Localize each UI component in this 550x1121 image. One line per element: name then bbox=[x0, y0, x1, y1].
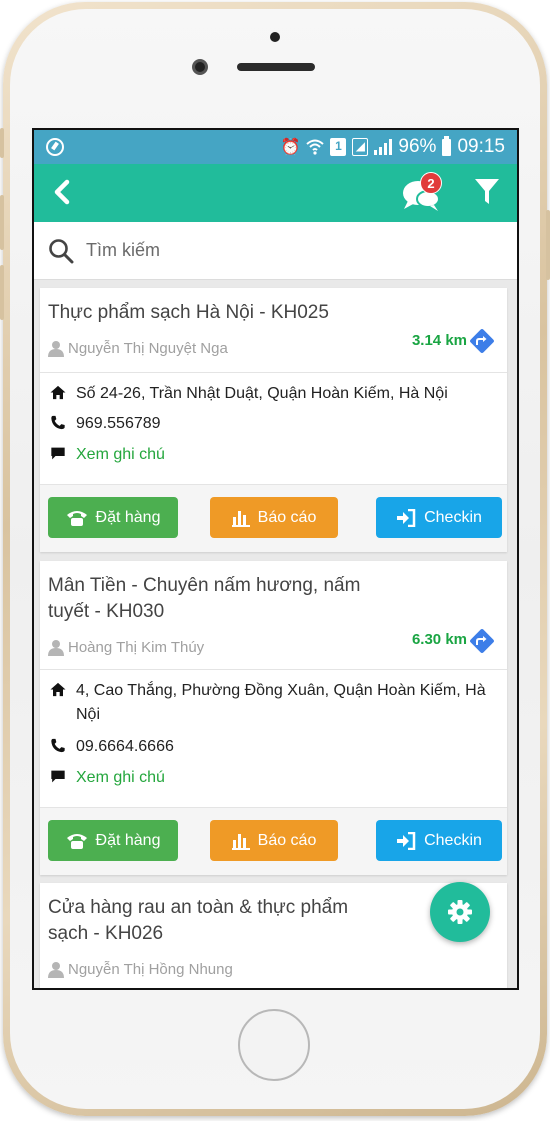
customer-title: Thực phẩm sạch Hà Nội - KH025 bbox=[48, 302, 329, 323]
proximity-sensor bbox=[270, 32, 280, 42]
customer-owner: Hoàng Thị Kim Thúy bbox=[48, 639, 204, 656]
checkin-label: Checkin bbox=[424, 508, 482, 526]
app-bar: 2 bbox=[34, 164, 517, 222]
customer-owner: Nguyễn Thị Nguyệt Nga bbox=[48, 340, 228, 357]
card-divider bbox=[40, 372, 507, 373]
note-row[interactable]: Xem ghi chú bbox=[48, 443, 165, 467]
card-divider bbox=[40, 669, 507, 670]
telephone-icon bbox=[66, 510, 87, 526]
search-bar bbox=[34, 222, 517, 280]
phone-icon bbox=[51, 415, 65, 430]
bar-chart-icon bbox=[231, 510, 250, 527]
owner-name: Nguyễn Thị Nguyệt Nga bbox=[68, 340, 228, 357]
telephone-icon bbox=[66, 833, 87, 849]
settings-fab[interactable] bbox=[430, 882, 490, 942]
signal-bars-icon bbox=[374, 139, 393, 155]
bar-chart-icon bbox=[231, 833, 250, 850]
distance-label: 3.14 km bbox=[411, 332, 467, 349]
search-icon bbox=[49, 238, 74, 263]
clock: 09:15 bbox=[457, 136, 505, 157]
sim-slot-icon: 1 bbox=[330, 138, 347, 156]
comment-icon bbox=[51, 447, 65, 460]
phone-icon bbox=[51, 738, 65, 753]
front-camera bbox=[192, 59, 208, 75]
note-row[interactable]: Xem ghi chú bbox=[48, 766, 165, 790]
order-button[interactable]: Đặt hàng bbox=[48, 820, 178, 861]
app-screen: ⏰ 1 ◢ 96% 09:15 2 Tìm kiếm Thực phẩm sạc… bbox=[32, 128, 519, 990]
card-actions: Đặt hàng Báo cáo Checkin bbox=[40, 808, 507, 875]
checkin-label: Checkin bbox=[424, 831, 482, 849]
checkin-button[interactable]: Checkin bbox=[376, 820, 502, 861]
order-button[interactable]: Đặt hàng bbox=[48, 497, 178, 538]
battery-icon bbox=[442, 135, 452, 156]
address-text: Số 24-26, Trần Nhật Duật, Quận Hoàn Kiếm… bbox=[76, 385, 448, 402]
search-input[interactable] bbox=[86, 240, 466, 261]
view-note-link[interactable]: Xem ghi chú bbox=[76, 443, 165, 467]
user-icon bbox=[48, 640, 64, 656]
filter-icon[interactable] bbox=[474, 177, 500, 207]
address-text: 4, Cao Thắng, Phường Đồng Xuân, Quận Hoà… bbox=[76, 682, 486, 723]
user-icon bbox=[48, 962, 64, 978]
volume-down-button bbox=[0, 265, 4, 320]
alarm-icon: ⏰ bbox=[280, 139, 301, 156]
phone-text: 969.556789 bbox=[76, 415, 161, 432]
owner-name: Nguyễn Thị Hồng Nhung bbox=[68, 961, 233, 978]
report-button[interactable]: Báo cáo bbox=[210, 497, 338, 538]
home-icon bbox=[50, 682, 66, 697]
mute-switch bbox=[0, 128, 4, 158]
battery-percent: 96% bbox=[398, 136, 437, 157]
user-icon bbox=[48, 341, 64, 357]
phone-text: 09.6664.6666 bbox=[76, 738, 174, 755]
gear-icon bbox=[448, 900, 472, 924]
wifi-icon bbox=[306, 139, 325, 155]
phone-row[interactable]: 969.556789 bbox=[48, 412, 161, 436]
home-button[interactable] bbox=[238, 1009, 310, 1081]
status-bar: ⏰ 1 ◢ 96% 09:15 bbox=[34, 130, 517, 164]
owner-name: Hoàng Thị Kim Thúy bbox=[68, 639, 205, 656]
order-label: Đặt hàng bbox=[95, 508, 161, 526]
view-note-link[interactable]: Xem ghi chú bbox=[76, 766, 165, 790]
report-label: Báo cáo bbox=[257, 831, 317, 849]
chat-badge: 2 bbox=[420, 172, 442, 194]
sign-in-icon bbox=[397, 508, 416, 527]
home-icon bbox=[50, 385, 66, 400]
card-actions: Đặt hàng Báo cáo Checkin bbox=[40, 485, 507, 552]
customer-card[interactable]: Mân Tiền - Chuyên nấm hương, nấm tuyết -… bbox=[40, 561, 507, 875]
customer-card[interactable]: Thực phẩm sạch Hà Nội - KH025 Nguyễn Thị… bbox=[40, 288, 507, 552]
report-button[interactable]: Báo cáo bbox=[210, 820, 338, 861]
chevron-left-icon[interactable] bbox=[48, 177, 78, 207]
signal-box-icon: ◢ bbox=[352, 138, 369, 156]
customer-title: Mân Tiền - Chuyên nấm hương, nấm tuyết -… bbox=[48, 575, 361, 622]
earpiece-speaker bbox=[237, 63, 315, 71]
report-label: Báo cáo bbox=[257, 508, 317, 526]
address-row: Số 24-26, Trần Nhật Duật, Quận Hoàn Kiếm… bbox=[48, 382, 448, 406]
power-button bbox=[546, 210, 550, 280]
address-row: 4, Cao Thắng, Phường Đồng Xuân, Quận Hoà… bbox=[48, 679, 488, 727]
directions-icon[interactable] bbox=[469, 328, 495, 354]
volume-up-button bbox=[0, 195, 4, 250]
app-notification-icon bbox=[46, 138, 64, 156]
phone-row[interactable]: 09.6664.6666 bbox=[48, 735, 174, 759]
comment-icon bbox=[51, 770, 65, 783]
distance-label: 6.30 km bbox=[411, 631, 467, 648]
sign-in-icon bbox=[397, 831, 416, 850]
order-label: Đặt hàng bbox=[95, 831, 161, 849]
customer-owner: Nguyễn Thị Hồng Nhung bbox=[48, 961, 233, 978]
checkin-button[interactable]: Checkin bbox=[376, 497, 502, 538]
customer-title: Cửa hàng rau an toàn & thực phẩm sạch - … bbox=[48, 897, 349, 944]
directions-icon[interactable] bbox=[469, 628, 495, 654]
